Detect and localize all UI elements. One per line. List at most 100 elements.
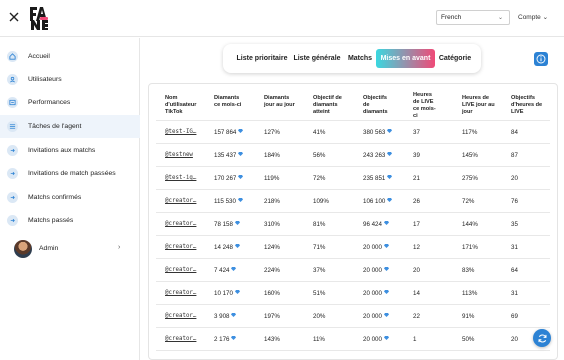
cell-username[interactable]: @testnew [165,152,193,158]
list-icon [7,121,18,132]
sidebar-item-performances[interactable]: Performances [0,91,140,114]
cell-live-hours-month: 17 [413,221,420,228]
cell-diamonds-day: 124% [264,244,280,251]
sidebar-item-label: Invitations aux matchs [28,147,96,154]
cell-username[interactable]: @creator… [165,313,196,319]
sidebar-item-taches-agent[interactable]: Tâches de l'agent [0,115,140,138]
column-header-diamond-goal-reached: Objectif de diamants atteint [313,95,342,115]
cell-diamonds-month: 10 170 [214,290,240,297]
sidebar-item-label: Invitations de match passées [28,170,116,177]
sidebar-item-label: Utilisateurs [28,76,62,83]
cell-goal-reached: 20% [313,313,326,320]
cell-live-hours-day: 91% [462,313,475,320]
cell-username[interactable]: @creator… [165,290,196,296]
tab-liste-generale[interactable]: Liste générale [292,49,342,68]
diamond-icon [231,336,237,340]
chevron-down-icon: ⌄ [540,14,549,21]
cell-diamond-goal: 380 563 [363,129,393,136]
sidebar-item-accueil[interactable]: Accueil [0,45,140,68]
cell-diamonds-month: 2 176 [214,336,237,343]
sidebar-item-invitations-matchs[interactable]: Invitations aux matchs [0,139,140,162]
column-header-live-hours-month: Heures de LIVE ce mois-ci [413,92,436,119]
cell-live-hours-goal: 20 [511,175,518,182]
table-row: @testnew 135 437 184% 56% 243 263 39 145% 87 [156,143,550,166]
refresh-icon [538,334,546,342]
cell-goal-reached: 72% [313,175,326,182]
column-header-live-hours-day: Heures de LIVE jour au jour [462,95,495,115]
table-row: @creator… 3 908 197% 20% 20 000 22 91% 69 [156,304,550,327]
sidebar-item-invitations-passees[interactable]: Invitations de match passées [0,162,140,185]
cell-diamond-goal: 96 424 [363,221,389,228]
diamond-icon [234,244,240,248]
cell-username[interactable]: @test-IG… [165,129,196,135]
cell-live-hours-month: 20 [413,267,420,274]
cell-diamonds-day: 143% [264,336,280,343]
cell-diamond-goal: 20 000 [363,313,389,320]
cell-live-hours-month: 37 [413,129,420,136]
info-button[interactable] [534,52,548,66]
cell-live-hours-goal: 69 [511,313,518,320]
diamond-icon [238,129,244,133]
cell-username[interactable]: @creator… [165,267,196,273]
cell-live-hours-month: 21 [413,175,420,182]
diamond-icon [383,336,389,340]
cell-username[interactable]: @test-ig… [165,175,196,181]
tab-categorie[interactable]: Catégorie [436,49,474,68]
sidebar-item-label: Tâches de l'agent [28,123,82,130]
cell-live-hours-month: 22 [413,313,420,320]
brand-logo [28,5,50,31]
tab-mises-en-avant[interactable]: Mises en avant [376,49,435,68]
cell-username[interactable]: @creator… [165,198,196,204]
cell-live-hours-month: 39 [413,152,420,159]
cell-diamonds-month: 14 248 [214,244,240,251]
cell-diamonds-day: 224% [264,267,280,274]
refresh-button[interactable] [533,329,551,347]
column-header-diamond-goals: Objectifs de diamants [363,95,388,115]
account-menu[interactable]: Compte ⌄ [518,13,548,21]
column-header-diamonds-month: Diamants ce mois-ci [214,95,242,108]
cell-username[interactable]: @creator… [165,336,196,342]
admin-profile[interactable]: Admin › [0,237,140,261]
cell-live-hours-day: 144% [462,221,478,228]
top-bar: French ⌄ Compte ⌄ [0,0,564,37]
cell-goal-reached: 37% [313,267,326,274]
cell-live-hours-day: 117% [462,129,478,136]
cell-diamonds-month: 3 908 [214,313,237,320]
cell-live-hours-goal: 35 [511,221,518,228]
sidebar-item-utilisateurs[interactable]: Utilisateurs [0,68,140,91]
close-icon[interactable] [7,10,21,24]
sidebar-item-label: Accueil [28,53,50,60]
chart-icon [7,97,18,108]
tab-liste-prioritaire[interactable]: Liste prioritaire [231,49,293,68]
sidebar-item-matchs-confirmes[interactable]: Matchs confirmés [0,186,140,209]
tab-matchs[interactable]: Matchs [346,49,374,68]
table-row: @test-ig… 170 267 119% 72% 235 851 21 275% 20 [156,166,550,189]
sidebar-item-label: Matchs passés [28,217,74,224]
cell-live-hours-goal: 87 [511,152,518,159]
table-row: @creator… 10 170 160% 51% 20 000 14 113% 31 [156,281,550,304]
cell-live-hours-day: 171% [462,244,478,251]
cell-diamonds-month: 157 864 [214,129,244,136]
cell-username[interactable]: @creator… [165,221,196,227]
cell-live-hours-month: 26 [413,198,420,205]
diamond-icon [383,267,389,271]
table-row: @test-IG… 157 864 127% 41% 380 563 37 117% 84 [156,120,550,143]
cell-username[interactable]: @creator… [165,244,196,250]
cell-diamonds-day: 218% [264,198,280,205]
diamond-icon [234,221,240,225]
cell-diamonds-day: 184% [264,152,280,159]
cell-goal-reached: 71% [313,244,326,251]
cell-diamonds-day: 197% [264,313,280,320]
sidebar-item-matchs-passes[interactable]: Matchs passés [0,209,140,232]
cell-diamonds-day: 160% [264,290,280,297]
diamond-icon [383,244,389,248]
home-icon [7,51,18,62]
column-header-username: Nom d'utilisateur TikTok [165,95,197,115]
user-icon [7,74,18,85]
cell-live-hours-goal: 31 [511,244,518,251]
avatar [14,240,32,258]
table-row: @creator… 7 424 224% 37% 20 000 20 83% 64 [156,258,550,281]
language-select[interactable]: French ⌄ [436,10,510,25]
cell-goal-reached: 51% [313,290,326,297]
diamond-icon [383,313,389,317]
